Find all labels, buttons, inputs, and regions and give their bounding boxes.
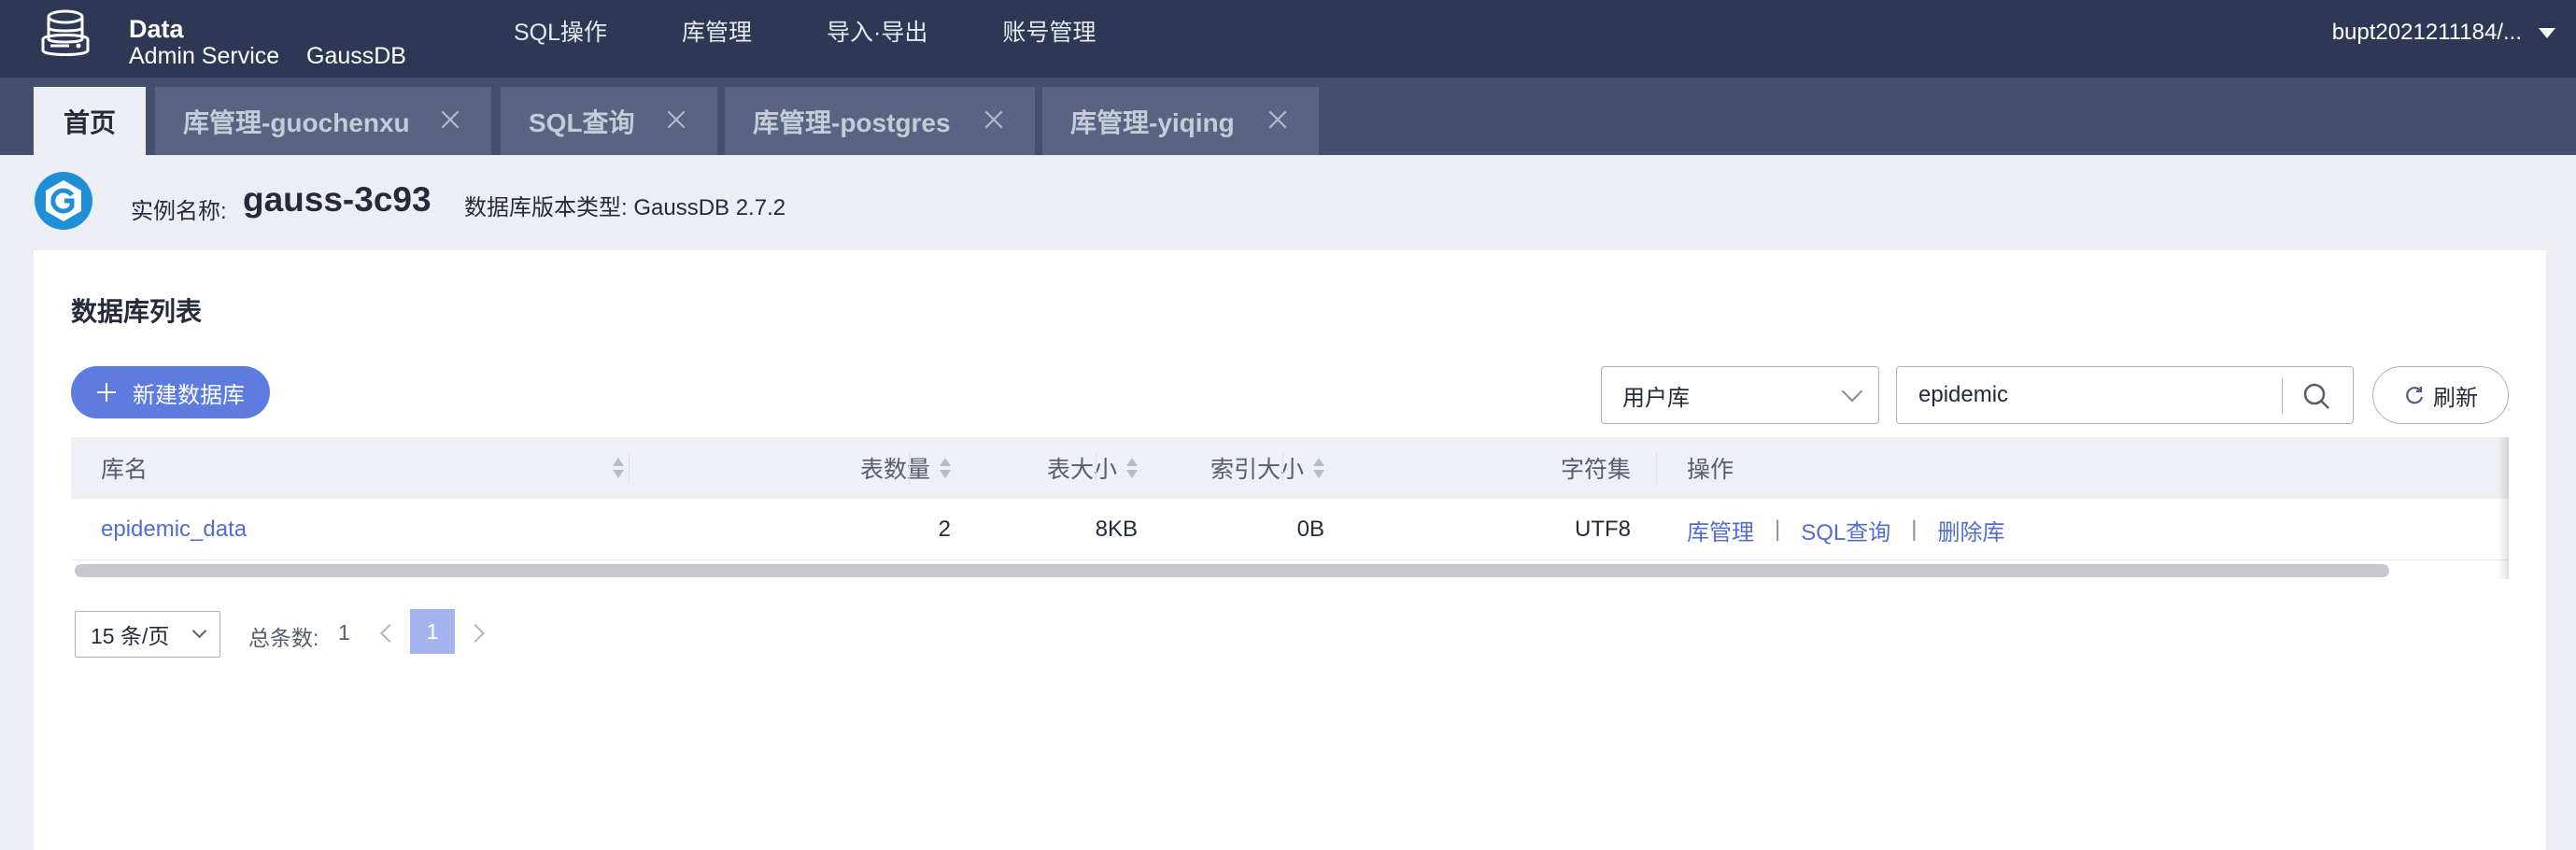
nav-database-management[interactable]: 库管理 [682,17,752,49]
chevron-right-icon[interactable] [466,624,485,643]
new-database-button[interactable]: 新建数据库 [71,366,270,418]
close-icon[interactable] [983,108,1005,131]
fixed-column-shadow [2498,437,2509,579]
page-number-current[interactable]: 1 [410,609,455,654]
instance-name-label: 实例名称: [131,199,227,224]
action-divider: | [1911,517,1918,542]
column-divider [1282,452,1283,484]
top-bar: Data Admin Service GaussDB SQL操作 库管理 导入·… [0,0,2576,78]
refresh-button[interactable]: 刷新 [2372,366,2509,424]
tab-label: 首页 [63,107,116,137]
cell-actions: 库管理 | SQL查询 | 删除库 [1687,499,2005,560]
database-logo-icon [41,9,90,56]
action-divider: | [1775,517,1781,542]
instance-name: gauss-3c93 [243,180,432,219]
card-title: 数据库列表 [71,297,203,326]
chevron-left-icon[interactable] [380,624,399,643]
search-box [1896,366,2354,424]
new-database-label: 新建数据库 [133,382,245,408]
close-icon[interactable] [439,108,461,131]
close-icon[interactable] [1267,108,1289,131]
column-divider [1656,452,1657,484]
plus-icon [97,383,116,402]
cell-table-count: 2 [938,517,951,542]
cell-database-name[interactable]: epidemic_data [101,499,247,560]
gaussdb-logo-icon [35,172,92,230]
column-header-table-count[interactable]: 表数量 [631,437,951,499]
total-label: 总条数: [248,626,319,650]
logo-title: Data [129,15,184,43]
page-size-select[interactable]: 15 条/页 [75,611,220,658]
manage-database-link[interactable]: 库管理 [1687,514,1754,546]
total-count: 1 [338,620,350,645]
search-divider [2282,378,2283,414]
database-version: 数据库版本类型: GaussDB 2.7.2 [464,195,786,220]
tab-label: SQL查询 [529,107,635,137]
sql-query-link[interactable]: SQL查询 [1801,514,1890,546]
database-table: 库名 表数量 表大小 索引大小 字符集 操作 epidemic_data 2 8… [71,437,2509,579]
logo-subtitle: Admin Service [129,43,280,69]
tab-db-postgres[interactable]: 库管理-postgres [725,87,1035,155]
table-header: 库名 表数量 表大小 索引大小 字符集 操作 [71,437,2509,499]
product-name: GaussDB [306,43,406,69]
search-input[interactable] [1898,368,2281,422]
column-divider [909,452,910,484]
app-logo[interactable]: Data Admin Service GaussDB [37,7,406,71]
close-icon[interactable] [665,108,687,131]
caret-down-icon [2539,27,2555,38]
nav-sql-operations[interactable]: SQL操作 [514,17,607,49]
scrollbar-thumb[interactable] [75,564,2389,577]
column-header-name[interactable]: 库名 [101,437,624,499]
database-type-value: 用户库 [1622,385,1690,411]
refresh-label: 刷新 [2433,385,2478,411]
cell-charset: UTF8 [1575,517,1631,542]
column-header-charset: 字符集 [1560,457,1631,483]
chevron-down-icon [1841,380,1863,403]
database-type-select[interactable]: 用户库 [1601,366,1879,424]
database-list-card: 数据库列表 新建数据库 用户库 刷新 库名 表数量 [34,250,2546,850]
user-name: bupt2021211184/... [2331,20,2522,45]
user-menu[interactable]: bupt2021211184/... [2332,17,2555,49]
tab-db-yiqing[interactable]: 库管理-yiqing [1042,87,1319,155]
page-size-value: 15 条/页 [91,624,170,648]
tab-home[interactable]: 首页 [34,87,146,155]
table-row: epidemic_data 2 8KB 0B UTF8 库管理 | SQL查询 … [71,499,2509,560]
sort-icon[interactable] [613,456,624,480]
delete-database-link[interactable]: 删除库 [1938,514,2005,546]
nav-account-management[interactable]: 账号管理 [1002,17,1096,49]
column-divider [629,452,630,484]
chevron-down-icon [191,623,207,639]
tab-sql-query[interactable]: SQL查询 [501,87,717,155]
tab-label: 库管理-postgres [753,107,951,137]
top-nav: SQL操作 库管理 导入·导出 账号管理 [514,17,1170,49]
tab-db-guochenxu[interactable]: 库管理-guochenxu [155,87,491,155]
refresh-icon [2406,387,2424,404]
tab-label: 库管理-yiqing [1070,107,1235,137]
nav-import-export[interactable]: 导入·导出 [827,17,927,49]
search-icon[interactable] [2291,373,2343,419]
column-header-actions: 操作 [1687,457,1734,483]
column-divider [1096,452,1097,484]
tab-strip: 首页 库管理-guochenxu SQL查询 库管理-postgres 库管理-… [0,78,2576,155]
tab-label: 库管理-guochenxu [183,107,410,137]
horizontal-scrollbar[interactable] [71,564,2496,579]
